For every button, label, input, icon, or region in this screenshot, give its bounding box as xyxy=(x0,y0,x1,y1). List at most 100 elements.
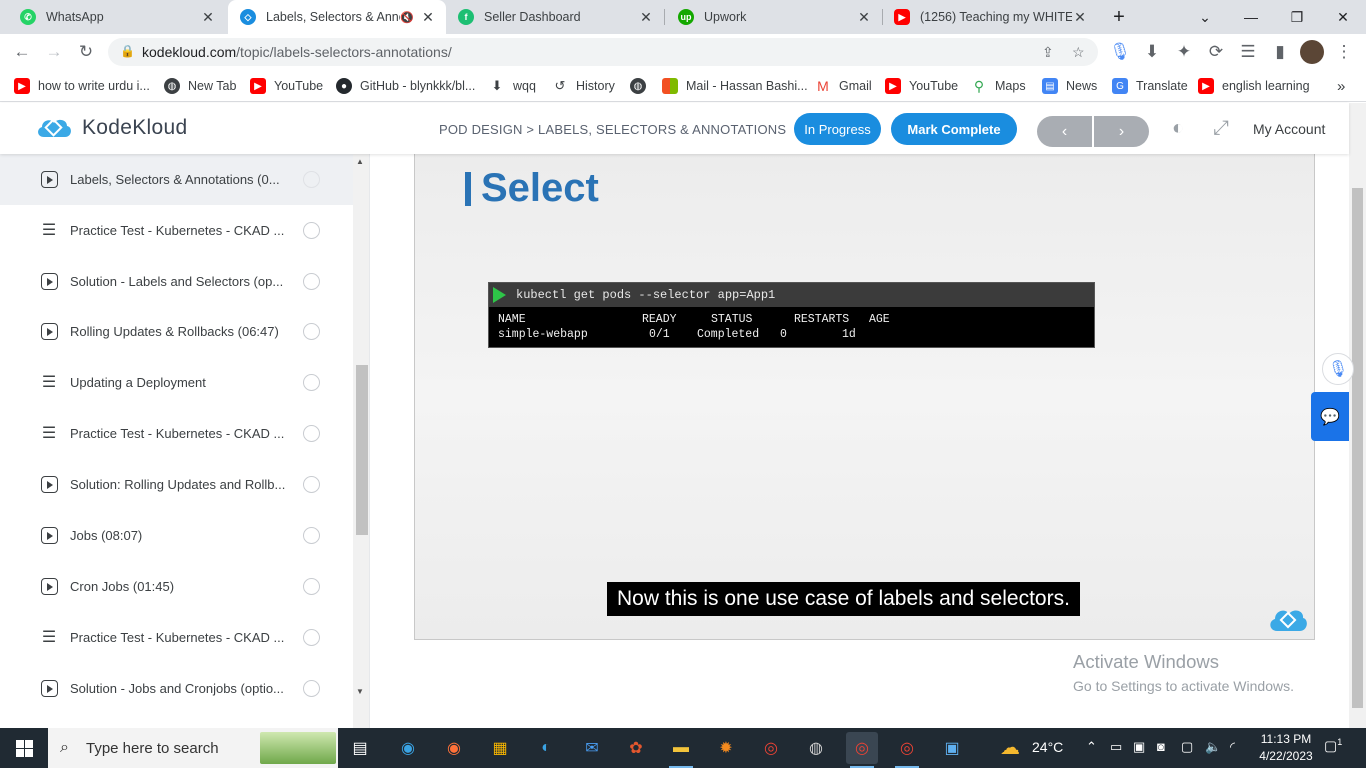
bookmark-item[interactable]: ⚲ Maps xyxy=(971,77,1026,95)
bookmark-item[interactable]: ▶ how to write urdu i... xyxy=(14,77,150,95)
edge-icon[interactable]: ◉ xyxy=(392,732,424,764)
show-hidden-icons-icon[interactable]: ⌃ xyxy=(1086,739,1097,755)
scroll-down-arrow-icon[interactable]: ▼ xyxy=(356,687,364,696)
weather-icon[interactable]: ☁ xyxy=(1000,735,1020,760)
bookmark-item[interactable]: ▶ english learning xyxy=(1198,77,1310,95)
minimize-button[interactable]: — xyxy=(1228,0,1274,34)
my-account-link[interactable]: My Account xyxy=(1253,121,1325,137)
reading-list-icon[interactable]: ☰ xyxy=(1234,38,1262,66)
microphone-icon[interactable]: 🎙 xyxy=(1106,38,1134,66)
tab-kodekloud[interactable]: ◇ Labels, Selectors & Anno 🔇 ✕ xyxy=(228,0,446,34)
page-scrollbar-thumb[interactable] xyxy=(1352,188,1363,708)
bookmark-item[interactable]: M Gmail xyxy=(815,77,872,95)
chrome-icon[interactable]: ◎ xyxy=(755,732,787,764)
more-menu-icon[interactable]: ⋮ xyxy=(1330,38,1358,66)
completion-circle-icon[interactable] xyxy=(303,222,320,239)
app-icon[interactable]: ✿ xyxy=(620,732,652,764)
completion-circle-icon[interactable] xyxy=(303,476,320,493)
bookmark-item[interactable]: ▶ YouTube xyxy=(250,77,323,95)
fullscreen-icon[interactable]: ⤢ xyxy=(1213,117,1229,140)
completion-circle-icon[interactable] xyxy=(303,273,320,290)
tab-youtube[interactable]: ▶ (1256) Teaching my WHITE fr ✕ xyxy=(882,0,1098,34)
taskbar-clock[interactable]: 11:13 PM 4/22/2023 xyxy=(1254,731,1318,765)
bookmark-item[interactable]: ● GitHub - blynkkk/bl... xyxy=(336,77,475,95)
start-button[interactable] xyxy=(0,728,48,768)
chat-support-button[interactable]: 💬 xyxy=(1311,392,1349,441)
chrome-profile-icon[interactable]: ◎ xyxy=(891,732,923,768)
download-extension-icon[interactable]: ⬇ xyxy=(1138,38,1166,66)
avatar[interactable] xyxy=(1298,38,1326,66)
restore-button[interactable]: ❐ xyxy=(1274,0,1320,34)
mark-complete-button[interactable]: Mark Complete xyxy=(891,113,1017,145)
store-icon[interactable]: ▦ xyxy=(484,732,516,764)
bookmark-item[interactable]: ◍ xyxy=(630,77,654,95)
firefox-icon[interactable]: ◉ xyxy=(438,732,470,764)
voice-input-icon[interactable]: 🎙 xyxy=(1322,353,1354,385)
weather-temperature[interactable]: 24°C xyxy=(1032,739,1063,755)
tab-whatsapp[interactable]: ✆ WhatsApp ✕ xyxy=(8,0,226,34)
sidebar-item-updating-deployment[interactable]: ☰ Updating a Deployment xyxy=(0,357,353,408)
breadcrumb[interactable]: POD DESIGN > LABELS, SELECTORS & ANNOTAT… xyxy=(439,122,786,137)
completion-circle-icon[interactable] xyxy=(303,425,320,442)
bookmark-item[interactable]: ▶ YouTube xyxy=(885,77,958,95)
bookmark-star-icon[interactable]: ☆ xyxy=(1072,44,1085,61)
back-button[interactable]: ← xyxy=(8,38,36,66)
task-view-icon[interactable]: ▤ xyxy=(344,732,376,764)
close-tab-icon[interactable]: ✕ xyxy=(1072,9,1088,26)
extensions-icon[interactable]: ✦ xyxy=(1170,38,1198,66)
forward-button[interactable]: → xyxy=(40,38,68,66)
window-close-button[interactable]: ✕ xyxy=(1320,0,1366,34)
new-tab-button[interactable]: + xyxy=(1100,0,1138,34)
sidebar-item-practice-test[interactable]: ☰ Practice Test - Kubernetes - CKAD ... xyxy=(0,612,353,663)
sidebar-item-practice-test[interactable]: ☰ Practice Test - Kubernetes - CKAD ... xyxy=(0,205,353,256)
wifi-icon[interactable]: ◜ xyxy=(1230,739,1235,755)
projector-icon[interactable]: ▢ xyxy=(1181,739,1193,755)
tab-search-icon[interactable]: ⌄ xyxy=(1182,0,1228,34)
sidebar-item-jobs[interactable]: Jobs (08:07) xyxy=(0,510,353,561)
completion-circle-icon[interactable] xyxy=(303,629,320,646)
display-icon[interactable]: ▣ xyxy=(1133,739,1145,755)
side-panel-icon[interactable]: ▮ xyxy=(1266,38,1294,66)
mail-icon[interactable]: ✉ xyxy=(576,732,608,764)
more-bookmarks-button[interactable]: » xyxy=(1337,77,1345,95)
address-bar[interactable]: 🔒 kodekloud.com/topic/labels-selectors-a… xyxy=(108,38,1098,66)
bookmark-item[interactable]: ◍ New Tab xyxy=(164,77,236,95)
kodekloud-logo[interactable]: KodeKloud xyxy=(34,115,187,141)
settings-app-icon[interactable]: ✹ xyxy=(710,732,742,764)
chrome-icon[interactable]: ◎ xyxy=(846,732,878,768)
camera-icon[interactable]: ◙ xyxy=(1157,739,1165,754)
reload-button[interactable]: ↻ xyxy=(72,38,100,66)
completion-circle-icon[interactable] xyxy=(303,578,320,595)
sidebar-item-labels-selectors-annotations[interactable]: Labels, Selectors & Annotations (0... xyxy=(0,154,353,205)
sidebar-item-practice-test[interactable]: ☰ Practice Test - Kubernetes - CKAD ... xyxy=(0,408,353,459)
photos-icon[interactable]: ▣ xyxy=(936,732,968,764)
next-lesson-button[interactable]: › xyxy=(1094,116,1149,147)
share-icon[interactable]: ⇪ xyxy=(1042,44,1054,61)
previous-lesson-button[interactable]: ‹ xyxy=(1037,116,1092,147)
notifications-icon[interactable]: ▢1 xyxy=(1324,737,1342,755)
completion-circle-icon[interactable] xyxy=(303,527,320,544)
scroll-up-arrow-icon[interactable]: ▲ xyxy=(356,157,364,166)
tab-seller-dashboard[interactable]: f Seller Dashboard ✕ xyxy=(446,0,664,34)
mute-audio-icon[interactable]: 🔇 xyxy=(400,11,414,24)
sidebar-item-cron-jobs[interactable]: Cron Jobs (01:45) xyxy=(0,561,353,612)
sync-icon[interactable]: ⟳ xyxy=(1202,38,1230,66)
app-icon[interactable]: ◐ xyxy=(530,732,562,764)
volume-icon[interactable]: 🔈 xyxy=(1205,739,1221,755)
close-tab-icon[interactable]: ✕ xyxy=(638,9,654,26)
taskbar-search[interactable]: ⌕ Type here to search xyxy=(48,728,338,768)
tab-upwork[interactable]: up Upwork ✕ xyxy=(666,0,882,34)
bookmark-item[interactable]: ↺ History xyxy=(552,77,615,95)
bookmark-item[interactable]: G Translate xyxy=(1112,77,1188,95)
video-player[interactable]: Select kubectl get pods --selector app=A… xyxy=(414,154,1315,640)
sidebar-item-solution-labels-selectors[interactable]: Solution - Labels and Selectors (op... xyxy=(0,256,353,307)
close-tab-icon[interactable]: ✕ xyxy=(856,9,872,26)
completion-circle-icon[interactable] xyxy=(303,374,320,391)
completion-circle-icon[interactable] xyxy=(303,323,320,340)
close-tab-icon[interactable]: ✕ xyxy=(200,9,216,26)
file-explorer-icon[interactable]: ▬ xyxy=(665,732,697,768)
sidebar-item-rolling-updates[interactable]: Rolling Updates & Rollbacks (06:47) xyxy=(0,306,353,357)
bookmark-item[interactable]: Mail - Hassan Bashi... xyxy=(662,77,808,95)
sidebar-scrollbar-thumb[interactable] xyxy=(356,365,368,535)
obs-icon[interactable]: ◍ xyxy=(800,732,832,764)
